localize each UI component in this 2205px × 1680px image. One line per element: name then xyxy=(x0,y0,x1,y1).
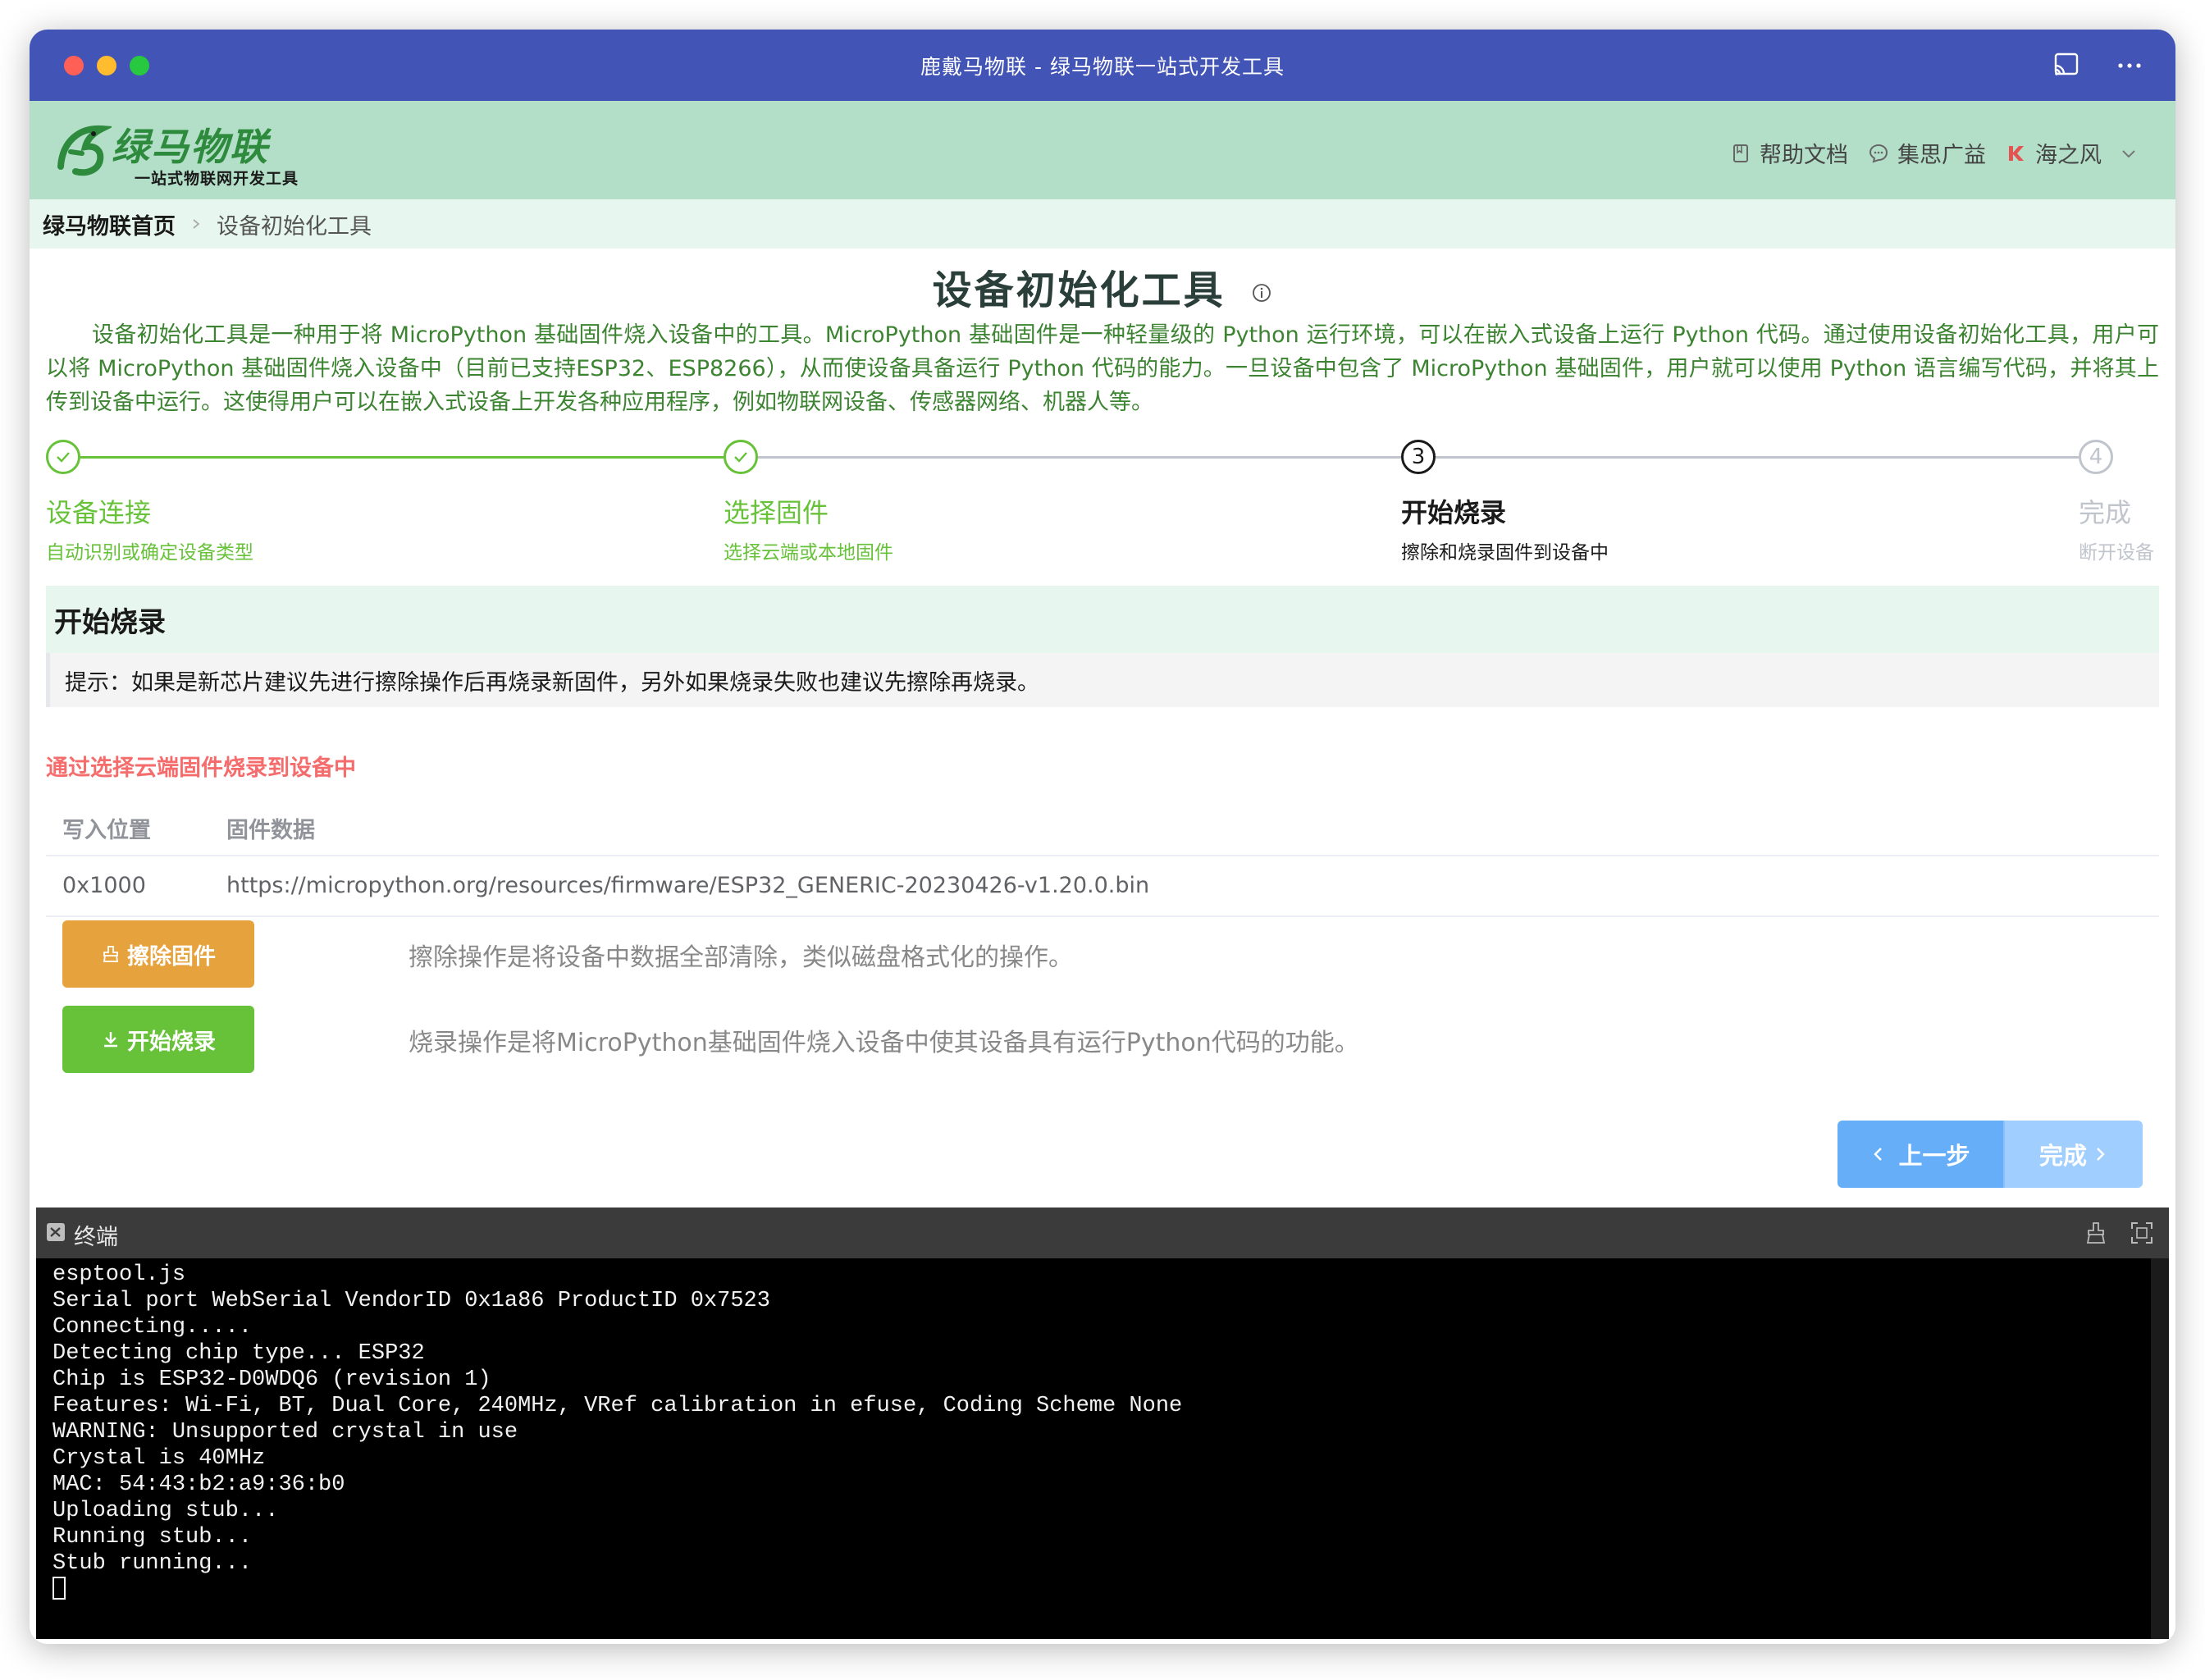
app-window: 鹿戴马物联 - 绿马物联一站式开发工具 绿马物联 一站式物联网开发工具 帮助文档 xyxy=(30,30,2175,1644)
help-docs-link[interactable]: 帮助文档 xyxy=(1730,137,1848,169)
terminal-title: 终端 xyxy=(74,1225,118,1250)
breadcrumb-home[interactable]: 绿马物联首页 xyxy=(43,208,176,240)
start-flash-label: 开始烧录 xyxy=(127,1029,216,1055)
user-brand-icon xyxy=(2009,145,2024,161)
breadcrumb: 绿马物联首页 设备初始化工具 xyxy=(30,199,2175,249)
page-title: 设备初始化工具 xyxy=(932,267,1226,313)
step-line-1 xyxy=(80,456,724,459)
terminal-line: Uploading stub... xyxy=(52,1499,279,1523)
chat-icon xyxy=(1869,144,1888,163)
feedback-link[interactable]: 集思广益 xyxy=(1868,137,1986,169)
check-icon xyxy=(724,440,758,474)
help-docs-label: 帮助文档 xyxy=(1760,143,1848,168)
download-icon xyxy=(104,1032,117,1048)
terminal-icon xyxy=(47,1223,65,1241)
cell-firmware-url: https://micropython.org/resources/firmwa… xyxy=(226,873,1150,898)
terminal-cursor xyxy=(52,1577,1182,1605)
cast-icon[interactable] xyxy=(2051,51,2084,80)
tip-text: 提示：如果是新芯片建议先进行擦除操作后再烧录新固件，另外如果烧录失败也建议先擦除… xyxy=(65,669,1039,696)
header-address: 写入位置 xyxy=(62,818,151,843)
window-title: 鹿戴马物联 - 绿马物联一站式开发工具 xyxy=(920,55,1285,79)
terminal-line: Chip is ESP32-D0WDQ6 (revision 1) xyxy=(52,1367,491,1392)
terminal-line: Features: Wi-Fi, BT, Dual Core, 240MHz, … xyxy=(52,1394,1183,1418)
step-2-title: 选择固件 xyxy=(724,497,829,528)
terminal-line: Stub running... xyxy=(52,1551,253,1576)
terminal-line: MAC: 54:43:b2:a9:36:b0 xyxy=(52,1472,345,1497)
step-3-number: 3 xyxy=(1401,440,1436,474)
terminal-line: Running stub... xyxy=(52,1525,253,1550)
header-firmware: 固件数据 xyxy=(226,818,315,843)
flash-note: 烧录操作是将MicroPython基础固件烧入设备中使其设备具有运行Python… xyxy=(409,1029,1359,1057)
erase-firmware-button[interactable]: 擦除固件 xyxy=(62,920,254,988)
step-2-desc: 选择云端或本地固件 xyxy=(724,542,893,564)
table-row: 0x1000 https://micropython.org/resources… xyxy=(46,856,2159,917)
terminal-line: WARNING: Unsupported crystal in use xyxy=(52,1420,518,1445)
chevron-right-icon xyxy=(2097,1148,2105,1161)
prev-step-label: 上一步 xyxy=(1898,1142,1970,1170)
user-menu[interactable]: 海之风 xyxy=(2006,137,2138,169)
terminal-scrollbar[interactable] xyxy=(2151,1258,2169,1639)
section-title: 开始烧录 xyxy=(54,605,166,639)
chevron-left-icon xyxy=(1874,1148,1883,1161)
logo-subtitle: 一站式物联网开发工具 xyxy=(135,170,299,188)
step-3-title: 开始烧录 xyxy=(1401,497,1507,528)
horse-logo-icon xyxy=(57,125,112,176)
chevron-right-icon xyxy=(193,219,200,229)
header-nav: 帮助文档 集思广益 海之风 xyxy=(1710,137,2138,169)
terminal-header: 终端 xyxy=(36,1208,2169,1258)
breadcrumb-current: 设备初始化工具 xyxy=(217,213,372,240)
step-line-2 xyxy=(758,456,1401,459)
step-4-desc: 断开设备 xyxy=(2079,542,2154,564)
erase-note: 擦除操作是将设备中数据全部清除，类似磁盘格式化的操作。 xyxy=(409,943,1073,972)
page-title-wrap: 设备初始化工具 xyxy=(30,258,2175,315)
erase-firmware-label: 擦除固件 xyxy=(127,943,216,970)
start-flash-button[interactable]: 开始烧录 xyxy=(62,1006,254,1073)
terminal-line: Crystal is 40MHz xyxy=(52,1446,266,1471)
terminal-line: Connecting..... xyxy=(52,1315,253,1340)
terminal-line: Detecting chip type... ESP32 xyxy=(52,1341,425,1366)
step-4-title: 完成 xyxy=(2079,497,2132,528)
terminal-output[interactable]: esptool.js Serial port WebSerial VendorID… xyxy=(36,1258,2169,1639)
page-description: 设备初始化工具是一种用于将 MicroPython 基础固件烧入设备中的工具。M… xyxy=(46,322,2159,415)
logo-title: 绿马物联 xyxy=(112,125,269,169)
app-header: 绿马物联 一站式物联网开发工具 帮助文档 集思广益 海之风 xyxy=(30,101,2175,199)
finish-button[interactable]: 完成 xyxy=(2005,1121,2143,1188)
cell-address: 0x1000 xyxy=(62,873,146,898)
book-icon xyxy=(1733,144,1748,162)
steps: 设备连接 自动识别或确定设备类型 选择固件 选择云端或本地固件 3 开始烧录 擦… xyxy=(30,440,2175,587)
step-1-desc: 自动识别或确定设备类型 xyxy=(46,542,253,564)
step-3-desc: 擦除和烧录固件到设备中 xyxy=(1401,542,1609,564)
clear-brush-icon[interactable] xyxy=(2084,1221,2108,1245)
step-line-3 xyxy=(1436,456,2079,459)
terminal-line: esptool.js xyxy=(52,1262,186,1287)
step-4-number: 4 xyxy=(2079,440,2113,474)
feedback-label: 集思广益 xyxy=(1897,143,1986,168)
tip-box: 提示：如果是新芯片建议先进行擦除操作后再烧录新固件，另外如果烧录失败也建议先擦除… xyxy=(46,653,2159,707)
info-icon[interactable] xyxy=(1251,282,1272,304)
user-name: 海之风 xyxy=(2035,143,2102,168)
chevron-down-icon xyxy=(2122,149,2135,158)
finish-label: 完成 xyxy=(2038,1142,2087,1170)
step-nav: 上一步 完成 xyxy=(1838,1121,2143,1188)
brush-icon xyxy=(103,946,119,962)
terminal-line: Serial port WebSerial VendorID 0x1a86 Pr… xyxy=(52,1289,770,1313)
fullscreen-icon[interactable] xyxy=(2130,1221,2154,1245)
firmware-source-note: 通过选择云端固件烧录到设备中 xyxy=(46,756,356,781)
firmware-table: 写入位置 固件数据 0x1000 https://micropython.org… xyxy=(46,796,2159,917)
more-options-icon[interactable] xyxy=(2113,51,2146,80)
section-header: 开始烧录 xyxy=(46,586,2159,653)
prev-step-button[interactable]: 上一步 xyxy=(1838,1121,2005,1188)
terminal-lines: esptool.js Serial port WebSerial VendorID… xyxy=(52,1262,1182,1605)
check-icon xyxy=(46,440,80,474)
brand-logo[interactable]: 绿马物联 一站式物联网开发工具 xyxy=(54,112,308,188)
table-header-row: 写入位置 固件数据 xyxy=(46,796,2159,856)
window-titlebar: 鹿戴马物联 - 绿马物联一站式开发工具 xyxy=(30,30,2175,101)
step-1-title: 设备连接 xyxy=(46,497,152,528)
